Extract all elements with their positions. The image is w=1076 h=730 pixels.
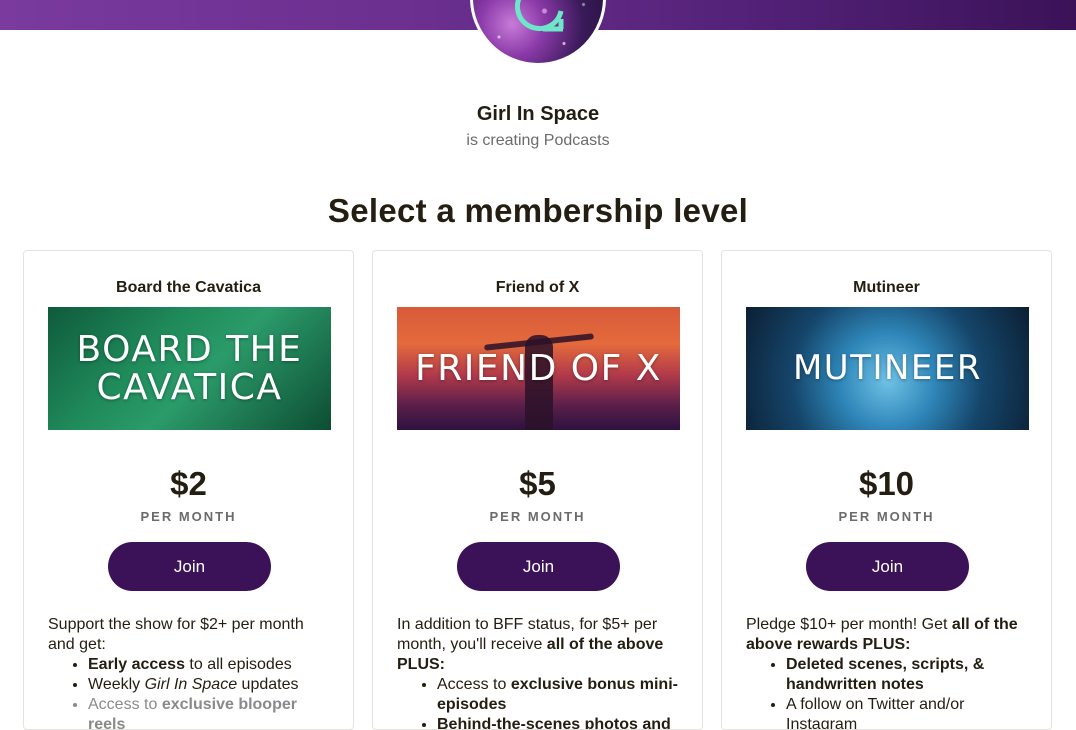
creator-subtitle: is creating Podcasts [466,132,610,149]
tier-intro: In addition to BFF status, for $5+ per m… [397,616,664,673]
tier-image-machinery: MUTINEER [746,307,1029,430]
tier-image-sunset: FRIEND OF X [397,307,680,430]
tier-period: PER MONTH [140,509,237,524]
benefit-item: Early access to all episodes [88,655,331,675]
tier-image-text: MUTINEER [792,347,983,388]
benefit-item: Behind-the-scenes photos and [437,715,680,729]
tier-image-ferns: BOARD THE CAVATICA [48,307,331,430]
tier-intro: Support the show for $2+ per month and g… [48,616,304,653]
tier-price: $5 [519,465,556,502]
join-button[interactable]: Join [457,542,620,591]
tier-period: PER MONTH [838,509,935,524]
tier-period: PER MONTH [489,509,586,524]
tier-card-friend-of-x: Friend of X FRIEND OF X $5 PER MONTH Joi… [372,250,703,730]
benefit-item: Weekly Girl In Space updates [88,675,331,695]
section-title: Select a membership level [327,192,749,229]
creator-avatar[interactable] [470,0,606,66]
tier-intro: Pledge $10+ per month! Get all of the ab… [746,616,1018,653]
join-button[interactable]: Join [806,542,969,591]
benefit-list: Early access to all episodes Weekly Girl… [48,655,331,729]
benefit-list: Deleted scenes, scripts, & handwritten n… [746,655,1029,729]
tier-price: $2 [170,465,207,502]
tier-description: In addition to BFF status, for $5+ per m… [397,615,680,729]
join-button[interactable]: Join [108,542,271,591]
tier-name: Friend of X [495,279,580,296]
avatar-logo-icon [514,0,564,32]
benefit-item: A follow on Twitter and/or Instagram [786,695,1029,729]
tier-description: Support the show for $2+ per month and g… [48,615,331,729]
tier-card-mutineer: Mutineer MUTINEER $10 PER MONTH Join Ple… [721,250,1052,730]
tier-card-board-the-cavatica: Board the Cavatica BOARD THE CAVATICA $2… [23,250,354,730]
benefit-item: Access to exclusive blooper reels [88,695,331,729]
benefit-item: Access to exclusive bonus mini-episodes [437,675,680,715]
tier-description: Pledge $10+ per month! Get all of the ab… [746,615,1029,729]
tier-price: $10 [858,465,915,502]
creator-name[interactable]: Girl In Space [0,103,1076,126]
tier-image-text: BOARD THE CAVATICA [76,328,303,408]
benefit-item: Deleted scenes, scripts, & handwritten n… [786,655,1029,695]
tier-name: Board the Cavatica [116,279,261,296]
tier-name: Mutineer [853,279,920,296]
tier-image-text: FRIEND OF X [415,347,662,389]
